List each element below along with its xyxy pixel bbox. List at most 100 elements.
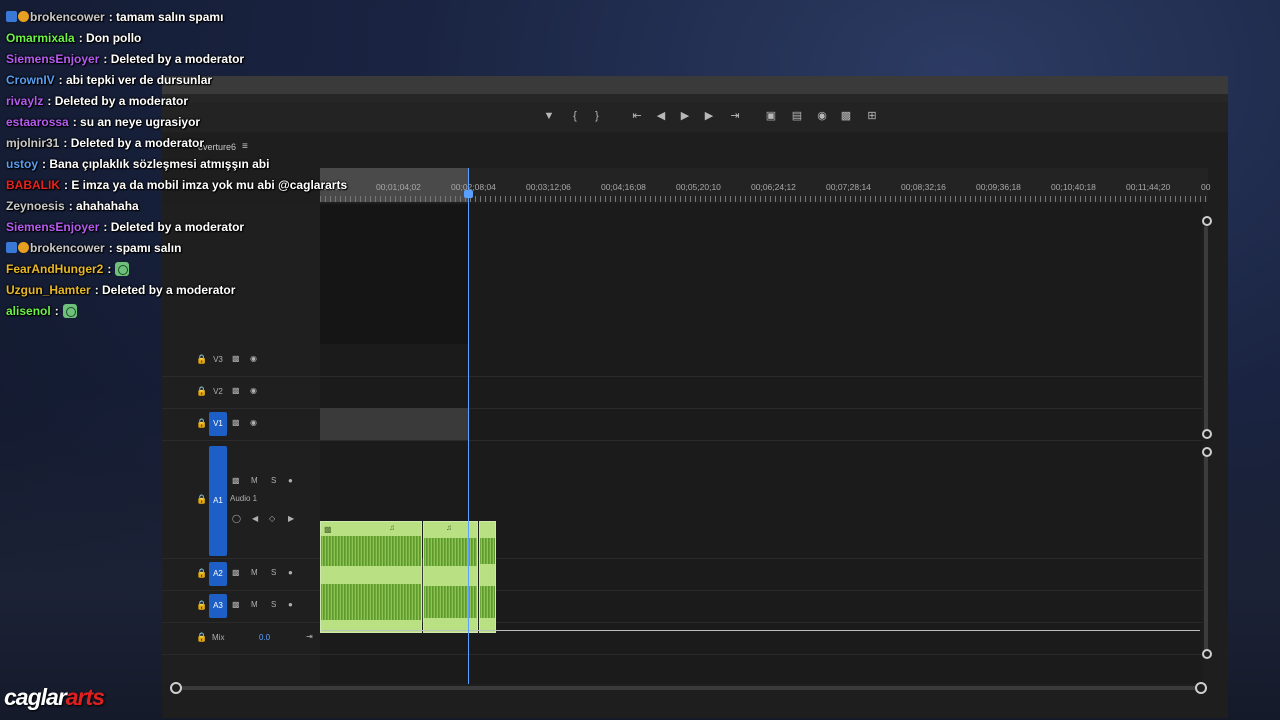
zoom-left-handle[interactable] <box>170 682 182 694</box>
solo-button[interactable]: S <box>271 600 276 609</box>
ruler-label: 00;08;32;16 <box>901 182 946 192</box>
eye-icon[interactable]: ◉ <box>250 418 257 427</box>
lock-icon[interactable]: 🔒 <box>196 354 207 364</box>
chat-message: estaarossa: su an neye ugrasiyor <box>6 115 200 129</box>
mix-label: Mix <box>212 633 225 642</box>
solo-button[interactable]: S <box>271 476 276 485</box>
ruler-label: 00;02;08;04 <box>451 182 496 192</box>
chat-username[interactable]: Uzgun_Hamter <box>6 283 91 297</box>
chat-message: brokencower: spamı salın <box>6 241 181 255</box>
chat-username[interactable]: rivaylz <box>6 94 43 108</box>
sync-lock-icon[interactable]: ▩ <box>232 354 240 363</box>
chat-username[interactable]: mjolnir31 <box>6 136 59 150</box>
sync-lock-icon[interactable]: ▩ <box>232 568 240 577</box>
mix-volume-value[interactable]: 0.0 <box>259 633 270 642</box>
lock-icon[interactable]: 🔒 <box>196 386 207 396</box>
mic-icon[interactable]: ● <box>288 476 293 485</box>
chat-text: : Deleted by a moderator <box>103 220 245 234</box>
audio-scroll-top-handle[interactable] <box>1202 447 1212 457</box>
mark-in-icon[interactable]: { <box>566 107 584 125</box>
sync-lock-icon[interactable]: ▩ <box>232 386 240 395</box>
add-keyframe-icon[interactable]: ◇ <box>269 514 275 523</box>
logo-part-arts: arts <box>65 684 105 710</box>
mute-button[interactable]: M <box>251 568 258 577</box>
chat-message: brokencower: tamam salın spamı <box>6 10 223 24</box>
chat-username[interactable]: SiemensEnjoyer <box>6 220 99 234</box>
audio-clip[interactable]: ▩ ♫ <box>320 521 422 633</box>
video-scroll-bottom-handle[interactable] <box>1202 429 1212 439</box>
chat-username[interactable]: Zeynoesis <box>6 199 65 213</box>
mic-icon[interactable]: ● <box>288 600 293 609</box>
audio-scroll-bottom-handle[interactable] <box>1202 649 1212 659</box>
audio-clip[interactable]: ♫ <box>423 521 478 633</box>
chat-username[interactable]: alisenol <box>6 304 51 318</box>
chat-message: BABALIK: E imza ya da mobil imza yok mu … <box>6 178 347 192</box>
chat-message: ustoy : Bana çıplaklık sözleşmesi atmışşı… <box>6 157 269 171</box>
horizontal-zoom-scrollbar[interactable] <box>176 686 1202 690</box>
zoom-right-handle[interactable] <box>1195 682 1207 694</box>
next-keyframe-icon[interactable]: ▶ <box>288 514 294 523</box>
track-name-a1[interactable]: A1 <box>209 446 227 556</box>
go-to-end-icon[interactable]: ⇥ <box>306 632 313 641</box>
waveform-left <box>480 538 495 564</box>
ruler-label: 00;11;44;20 <box>1126 182 1171 192</box>
sync-lock-icon[interactable]: ▩ <box>232 476 240 485</box>
sub-badge-icon <box>18 11 29 22</box>
track-name-v1[interactable]: V1 <box>209 412 227 436</box>
chat-username[interactable]: SiemensEnjoyer <box>6 52 99 66</box>
chat-text: : Bana çıplaklık sözleşmesi atmışşın abi <box>42 157 270 171</box>
chat-username[interactable]: CrownIV <box>6 73 55 87</box>
chat-username[interactable]: BABALIK <box>6 178 60 192</box>
track-name-a2[interactable]: A2 <box>209 562 227 586</box>
time-ruler[interactable]: 00;00 00;01;04;02 00;02;08;04 00;03;12;06 00… <box>320 168 1211 202</box>
playhead-handle[interactable] <box>464 190 473 198</box>
eye-icon[interactable]: ◉ <box>250 354 257 363</box>
lock-icon[interactable]: 🔒 <box>196 568 207 578</box>
solo-button[interactable]: S <box>271 568 276 577</box>
chat-username[interactable]: brokencower <box>30 241 105 255</box>
track-name-v3[interactable]: V3 <box>209 355 227 364</box>
go-to-in-icon[interactable]: ⇤ <box>628 107 646 125</box>
lock-icon[interactable]: 🔒 <box>196 494 207 504</box>
step-back-icon[interactable]: ◀ <box>652 107 670 125</box>
chat-username[interactable]: brokencower <box>30 10 105 24</box>
step-forward-icon[interactable]: ▶ <box>700 107 718 125</box>
chat-message: alisenol: <box>6 304 77 318</box>
mute-button[interactable]: M <box>251 476 258 485</box>
lock-icon[interactable]: 🔒 <box>196 418 207 428</box>
go-to-out-icon[interactable]: ⇥ <box>726 107 744 125</box>
music-note-icon: ♫ <box>389 523 395 532</box>
mark-out-icon[interactable]: } <box>588 107 606 125</box>
sync-lock-icon[interactable]: ▩ <box>232 600 240 609</box>
prev-keyframe-icon[interactable]: ◀ <box>252 514 258 523</box>
ruler-label: 00 <box>1201 182 1211 192</box>
keyframe-options-icon[interactable]: ◯ <box>232 514 241 523</box>
track-name-v2[interactable]: V2 <box>209 387 227 396</box>
prime-badge-icon <box>6 242 17 253</box>
export-frame-icon[interactable]: ◉ <box>813 107 831 125</box>
chat-message: rivaylz: Deleted by a moderator <box>6 94 188 108</box>
audio-clip[interactable] <box>479 521 496 633</box>
extract-icon[interactable]: ▤ <box>788 107 806 125</box>
chat-username[interactable]: Omarmixala <box>6 31 75 45</box>
playhead-line[interactable] <box>468 168 469 684</box>
audio-vertical-scrollbar[interactable] <box>1204 456 1208 656</box>
lock-icon[interactable]: 🔒 <box>196 600 207 610</box>
eye-icon[interactable]: ◉ <box>250 386 257 395</box>
lift-icon[interactable]: ▣ <box>762 107 780 125</box>
chat-username[interactable]: FearAndHunger2 <box>6 262 103 276</box>
video-vertical-scrollbar[interactable] <box>1204 226 1208 436</box>
button-editor-icon[interactable]: ⊞ <box>863 107 881 125</box>
comparison-view-icon[interactable]: ▩ <box>837 107 855 125</box>
video-scroll-top-handle[interactable] <box>1202 216 1212 226</box>
add-marker-icon[interactable]: ▼ <box>540 107 558 125</box>
track-name-a3[interactable]: A3 <box>209 594 227 618</box>
chat-username[interactable]: ustoy <box>6 157 38 171</box>
play-icon[interactable]: ▶ <box>676 107 694 125</box>
sequence-menu-icon[interactable]: ≡ <box>242 141 248 152</box>
sync-lock-icon[interactable]: ▩ <box>232 418 240 427</box>
lock-icon[interactable]: 🔒 <box>196 632 207 642</box>
chat-username[interactable]: estaarossa <box>6 115 69 129</box>
mute-button[interactable]: M <box>251 600 258 609</box>
mic-icon[interactable]: ● <box>288 568 293 577</box>
